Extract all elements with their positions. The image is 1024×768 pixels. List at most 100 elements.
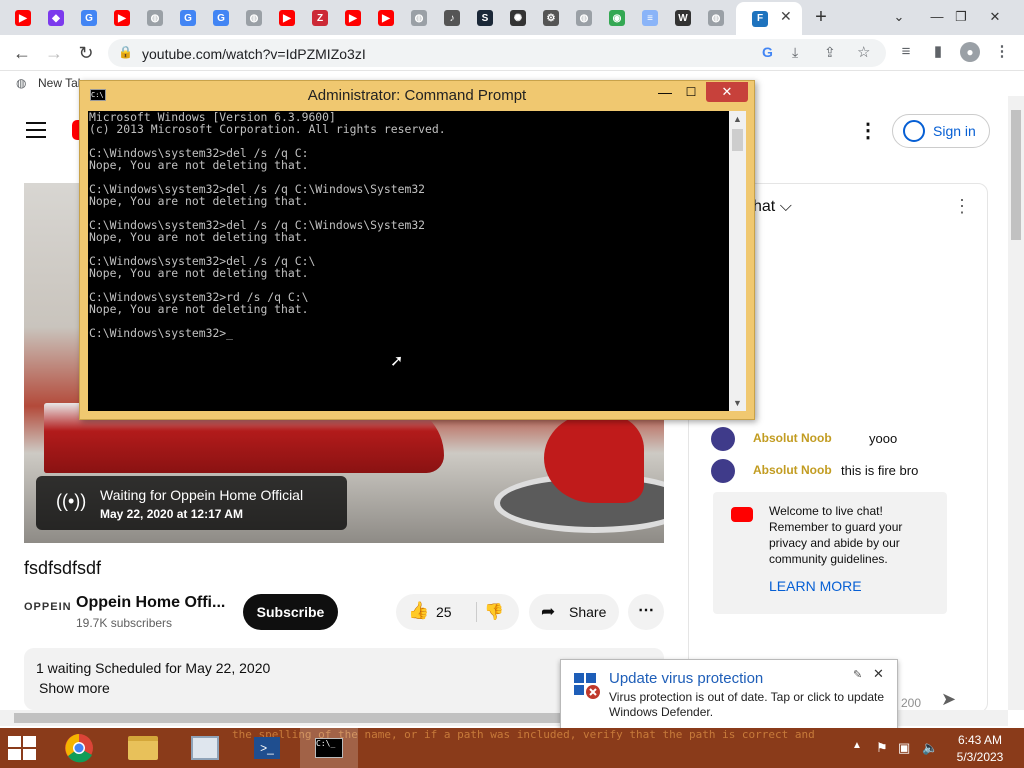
browser-tab[interactable]: ◆: [42, 4, 70, 32]
google-lens-icon[interactable]: G: [762, 44, 773, 60]
cmd-maximize-button[interactable]: ☐: [678, 83, 704, 103]
bookmark-new-tab[interactable]: New Tab: [38, 76, 84, 90]
profile-avatar-icon[interactable]: ●: [960, 42, 980, 62]
start-button[interactable]: [8, 736, 38, 760]
subscribe-button[interactable]: Subscribe: [243, 594, 338, 630]
cmd-titlebar[interactable]: C:\ Administrator: Command Prompt — ☐ ✕: [80, 81, 754, 109]
browser-tab[interactable]: ◍: [141, 4, 169, 32]
send-icon[interactable]: ➤: [941, 689, 956, 710]
file-explorer-icon[interactable]: [114, 728, 172, 768]
more-options-icon[interactable]: ⋮: [858, 118, 878, 143]
waiting-overlay: ((•)) Waiting for Oppein Home Official M…: [36, 476, 347, 530]
address-bar[interactable]: 🔒 youtube.com/watch?v=IdPZMIZo3zI G ⤓ ⇪ …: [108, 39, 886, 67]
learn-more-link[interactable]: LEARN MORE: [769, 578, 862, 594]
new-tab-button[interactable]: +: [810, 6, 832, 28]
powershell-icon[interactable]: >_: [238, 728, 296, 768]
browser-tab[interactable]: W: [669, 4, 697, 32]
cmd-scrollbar[interactable]: ▲ ▼: [729, 111, 746, 411]
sign-in-label: Sign in: [933, 123, 976, 139]
window-minimize-button[interactable]: —: [925, 6, 949, 28]
command-prompt-icon[interactable]: C:\_: [300, 728, 358, 768]
more-actions-button[interactable]: ⋯: [628, 594, 664, 630]
browser-tab[interactable]: ◍: [240, 4, 268, 32]
window-restore-button[interactable]: ❐: [949, 6, 973, 28]
share-page-icon[interactable]: ⇪: [824, 44, 836, 61]
wikipedia-icon: W: [675, 10, 691, 26]
lock-icon: 🔒: [118, 45, 133, 59]
active-tab[interactable]: F ✕: [736, 2, 802, 35]
clock-date[interactable]: 5/3/2023: [950, 750, 1010, 764]
scrollbar-thumb[interactable]: [732, 129, 743, 151]
volume-muted-icon[interactable]: 🔈: [922, 740, 938, 756]
windows-logo-tile: [8, 736, 21, 747]
pin-icon[interactable]: ✎: [853, 668, 862, 681]
forward-icon[interactable]: →: [43, 42, 65, 64]
toast-close-icon[interactable]: ✕: [873, 666, 884, 682]
defender-notification[interactable]: Update virus protection Virus protection…: [560, 659, 898, 729]
browser-tab[interactable]: S: [471, 4, 499, 32]
like-icon[interactable]: 👍: [408, 601, 429, 621]
sign-in-button[interactable]: Sign in: [892, 114, 990, 148]
browser-tab[interactable]: ◍: [570, 4, 598, 32]
youtube-icon: ▶: [15, 10, 31, 26]
share-label: Share: [569, 604, 607, 620]
browser-tab[interactable]: ▶: [339, 4, 367, 32]
browser-tab[interactable]: G: [75, 4, 103, 32]
chat-options-icon[interactable]: ⋮: [953, 196, 971, 217]
video-title: fsdfsdfsdf: [24, 558, 102, 578]
cmd-minimize-button[interactable]: —: [652, 83, 678, 103]
browser-tab[interactable]: ▶: [273, 4, 301, 32]
browser-tab[interactable]: ⚙: [537, 4, 565, 32]
page-vertical-scrollbar[interactable]: [1008, 96, 1024, 710]
network-icon[interactable]: ▣: [898, 740, 910, 756]
show-more-link[interactable]: Show more: [39, 680, 110, 696]
media-controls-icon[interactable]: ≡: [896, 42, 916, 62]
window-close-button[interactable]: ✕: [983, 6, 1007, 28]
browser-tab[interactable]: ▶: [108, 4, 136, 32]
browser-tab[interactable]: ◉: [603, 4, 631, 32]
chat-author[interactable]: Absolut Noob: [753, 463, 832, 477]
clock-time[interactable]: 6:43 AM: [950, 733, 1010, 747]
back-icon[interactable]: ←: [11, 42, 33, 64]
reload-icon[interactable]: ↻: [75, 42, 97, 64]
command-prompt-window[interactable]: C:\ Administrator: Command Prompt — ☐ ✕ …: [79, 80, 755, 420]
show-hidden-icons-icon[interactable]: ▲: [852, 740, 862, 751]
chat-avatar[interactable]: [711, 459, 735, 483]
browser-tab[interactable]: Z: [306, 4, 334, 32]
bookmark-star-icon[interactable]: ☆: [857, 43, 870, 61]
tab-close-icon[interactable]: ✕: [780, 8, 792, 25]
url-text[interactable]: youtube.com/watch?v=IdPZMIZo3zI: [142, 46, 366, 62]
side-panel-icon[interactable]: ▮: [928, 42, 948, 62]
speaker-icon: ♪: [444, 10, 460, 26]
cmd-close-button[interactable]: ✕: [706, 82, 748, 102]
action-center-flag-icon[interactable]: ⚑: [876, 740, 888, 756]
browser-tab[interactable]: ▶: [372, 4, 400, 32]
browser-tab[interactable]: ✺: [504, 4, 532, 32]
chat-mode-dropdown[interactable]: hat ⌵: [753, 198, 792, 216]
browser-tab[interactable]: ≡: [636, 4, 664, 32]
dislike-icon[interactable]: 👎: [484, 602, 504, 622]
browser-tab[interactable]: G: [174, 4, 202, 32]
scroll-up-icon[interactable]: ▲: [733, 114, 742, 124]
browser-tab[interactable]: ▶: [9, 4, 37, 32]
resource-monitor-icon[interactable]: [176, 728, 234, 768]
browser-tab[interactable]: ♪: [438, 4, 466, 32]
scrollbar-thumb[interactable]: [1011, 110, 1021, 240]
globe-icon: ◍: [576, 10, 592, 26]
chat-avatar[interactable]: [711, 427, 735, 451]
scroll-down-icon[interactable]: ▼: [733, 398, 742, 408]
share-button[interactable]: ➦ Share: [529, 594, 619, 630]
tab-search-icon[interactable]: ⌄: [887, 6, 911, 28]
chat-author[interactable]: Absolut Noob: [753, 431, 832, 445]
cmd-console[interactable]: Microsoft Windows [Version 6.3.9600] (c)…: [88, 111, 729, 411]
chrome-icon[interactable]: [50, 728, 108, 768]
browser-menu-icon[interactable]: ⋮: [992, 42, 1012, 62]
channel-avatar[interactable]: OPPEIN: [24, 601, 71, 619]
browser-tab[interactable]: ◍: [405, 4, 433, 32]
like-count[interactable]: 25: [436, 604, 452, 620]
browser-tab[interactable]: G: [207, 4, 235, 32]
hamburger-menu-icon[interactable]: [26, 122, 46, 138]
install-icon[interactable]: ⤓: [792, 44, 798, 61]
channel-name[interactable]: Oppein Home Offi...: [76, 594, 225, 612]
browser-tab[interactable]: ◍: [702, 4, 730, 32]
